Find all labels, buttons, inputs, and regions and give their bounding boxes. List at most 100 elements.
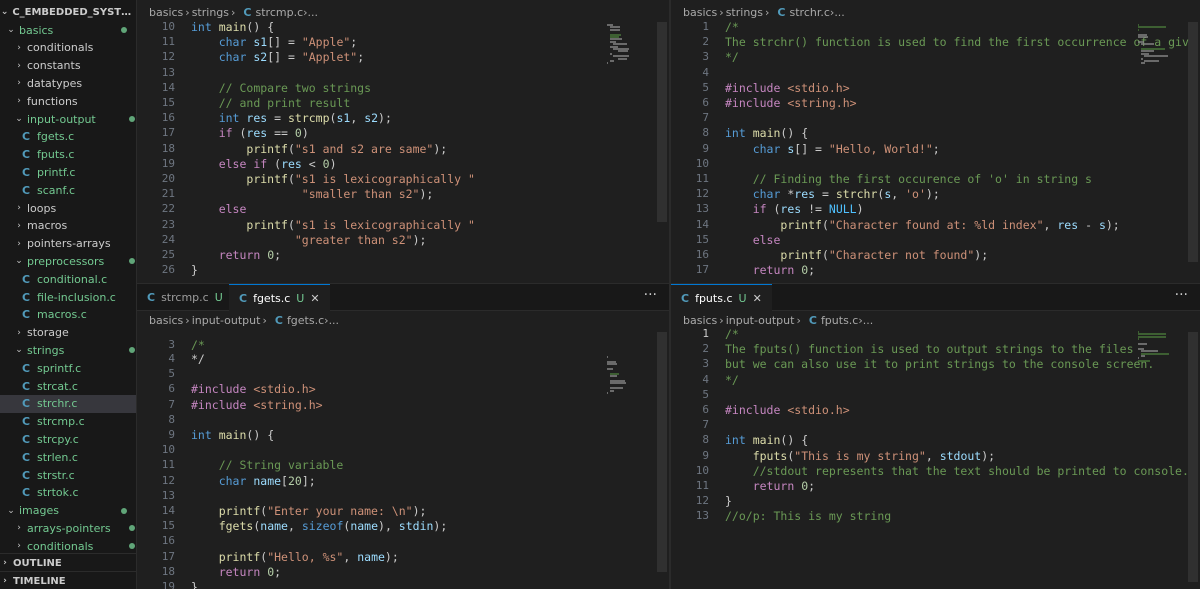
folder-item[interactable]: › storage xyxy=(0,324,136,342)
code-line[interactable]: int main() { xyxy=(191,428,274,443)
folder-item[interactable]: › arrays-pointers xyxy=(0,519,136,537)
breadcrumb-segment[interactable]: strings xyxy=(726,6,763,19)
code-line[interactable]: // Finding the first occurence of 'o' in… xyxy=(725,172,1092,187)
code-line[interactable]: printf("Hello, %s", name); xyxy=(191,550,399,565)
split-divider[interactable] xyxy=(669,0,671,589)
minimap[interactable] xyxy=(607,356,637,416)
minimap[interactable] xyxy=(1138,24,1169,84)
breadcrumb-segment[interactable]: input-output xyxy=(192,314,261,327)
file-item[interactable]: Cconditional.cU xyxy=(0,270,136,288)
vertical-scrollbar[interactable] xyxy=(657,332,667,572)
breadcrumb-segment[interactable]: input-output xyxy=(726,314,795,327)
code-line[interactable]: //o/p: This is my string xyxy=(725,509,891,524)
folder-item[interactable]: › constants xyxy=(0,57,136,75)
vertical-scrollbar[interactable] xyxy=(1188,22,1198,262)
file-item[interactable]: Cmacros.cU xyxy=(0,306,136,324)
code-line[interactable]: return 0; xyxy=(191,248,281,263)
code-line[interactable]: /* xyxy=(725,327,739,342)
folder-item[interactable]: › functions xyxy=(0,92,136,110)
code-line[interactable]: else if (res < 0) xyxy=(191,157,337,172)
code-line[interactable]: return 0; xyxy=(725,479,815,494)
code-line[interactable]: fputs("This is my string", stdout); xyxy=(725,449,995,464)
minimap[interactable] xyxy=(1138,331,1169,391)
file-item[interactable]: Cstrcat.cU xyxy=(0,377,136,395)
code-line[interactable]: if (res == 0) xyxy=(191,126,309,141)
code-line[interactable]: char s2[] = "Applet"; xyxy=(191,50,364,65)
code-line[interactable]: #include <stdio.h> xyxy=(191,382,316,397)
code-line[interactable]: #include <string.h> xyxy=(725,96,857,111)
folder-item[interactable]: › pointers-arrays xyxy=(0,235,136,253)
code-line[interactable]: printf("s1 and s2 are same"); xyxy=(191,142,447,157)
breadcrumb-segment[interactable]: basics xyxy=(683,314,717,327)
code-line[interactable]: printf("Character found at: %ld index", … xyxy=(725,218,1119,233)
folder-item[interactable]: › conditionals xyxy=(0,39,136,57)
timeline-section[interactable]: › TIMELINE xyxy=(0,572,136,589)
breadcrumb-more[interactable]: ... xyxy=(863,314,874,327)
breadcrumb-segment[interactable]: fgets.c xyxy=(287,314,324,327)
file-item[interactable]: Cstrcpy.cU xyxy=(0,430,136,448)
file-item[interactable]: Cstrcmp.cU xyxy=(0,413,136,431)
code-line[interactable]: The fputs() function is used to output s… xyxy=(725,342,1134,357)
folder-item[interactable]: › macros xyxy=(0,217,136,235)
breadcrumb-more[interactable]: ... xyxy=(308,6,319,19)
folder-item[interactable]: › datatypes xyxy=(0,74,136,92)
folder-item[interactable]: ⌄ basics xyxy=(0,21,136,39)
code-line[interactable]: } xyxy=(191,263,198,278)
breadcrumb-more[interactable]: ... xyxy=(834,6,845,19)
code-line[interactable]: printf("Character not found"); xyxy=(725,248,988,263)
code-line[interactable]: /* xyxy=(725,20,739,35)
code-line[interactable]: fgets(name, sizeof(name), stdin); xyxy=(191,519,448,534)
folder-item[interactable]: ⌄ input-output xyxy=(0,110,136,128)
file-item[interactable]: Cfgets.cU xyxy=(0,128,136,146)
code-line[interactable]: } xyxy=(725,494,732,509)
file-item[interactable]: Cfputs.cU xyxy=(0,146,136,164)
code-line[interactable]: */ xyxy=(725,373,739,388)
file-item[interactable]: Cfile-inclusion.cU xyxy=(0,288,136,306)
code-line[interactable]: #include <stdio.h> xyxy=(725,403,850,418)
code-line[interactable]: else xyxy=(191,202,247,217)
code-line[interactable]: // Compare two strings xyxy=(191,81,371,96)
tab-strcmp-c[interactable]: Cstrcmp.c U xyxy=(137,284,233,310)
file-item[interactable]: Cstrstr.cU xyxy=(0,466,136,484)
code-line[interactable]: "greater than s2"); xyxy=(191,233,427,248)
folder-item[interactable]: ⌄ preprocessors xyxy=(0,252,136,270)
folder-item[interactable]: ⌄ strings xyxy=(0,341,136,359)
split-divider[interactable] xyxy=(137,283,1200,284)
code-line[interactable]: int main() { xyxy=(725,126,808,141)
code-line[interactable]: printf("s1 is lexicographically " xyxy=(191,218,475,233)
file-item[interactable]: Cscanf.cU xyxy=(0,181,136,199)
file-item[interactable]: Cstrchr.cU xyxy=(0,394,136,413)
outline-section[interactable]: › OUTLINE xyxy=(0,554,136,572)
breadcrumb-segment[interactable]: strchr.c xyxy=(790,6,830,19)
code-line[interactable]: #include <string.h> xyxy=(191,398,323,413)
breadcrumb-segment[interactable]: basics xyxy=(683,6,717,19)
more-actions-icon[interactable]: ··· xyxy=(644,284,657,310)
code-line[interactable]: // and print result xyxy=(191,96,351,111)
vertical-scrollbar[interactable] xyxy=(657,22,667,222)
explorer-root[interactable]: ⌄ C_EMBEDDED_SYSTEMS xyxy=(0,3,136,21)
code-line[interactable]: //stdout represents that the text should… xyxy=(725,464,1189,479)
breadcrumb-segment[interactable]: basics xyxy=(149,6,183,19)
code-line[interactable]: printf("Enter your name: \n"); xyxy=(191,504,427,519)
tab-fputs-c[interactable]: Cfputs.c U ✕ xyxy=(671,284,772,311)
folder-item[interactable]: › loops xyxy=(0,199,136,217)
breadcrumb-segment[interactable]: fputs.c xyxy=(821,314,858,327)
editor-strchr[interactable]: basics › strings › Cstrchr.c › ... 12345… xyxy=(671,0,1200,283)
code-line[interactable]: char s1[] = "Apple"; xyxy=(191,35,358,50)
close-icon[interactable]: ✕ xyxy=(310,292,319,305)
code-line[interactable]: } xyxy=(191,580,198,589)
editor-strcmp[interactable]: basics › strings › Cstrcmp.c › ... 10 11 1… xyxy=(137,0,669,283)
more-actions-icon[interactable]: ··· xyxy=(1175,284,1188,310)
code-line[interactable]: but we can also use it to print strings … xyxy=(725,357,1154,372)
file-item[interactable]: Cstrlen.cU xyxy=(0,448,136,466)
code-line[interactable]: char *res = strchr(s, 'o'); xyxy=(725,187,940,202)
code-line[interactable]: return 0; xyxy=(191,565,281,580)
file-item[interactable]: Cprintf.cU xyxy=(0,163,136,181)
code-line[interactable]: if (res != NULL) xyxy=(725,202,864,217)
breadcrumb-more[interactable]: ... xyxy=(329,314,340,327)
code-line[interactable]: int main() { xyxy=(191,20,274,35)
breadcrumb-segment[interactable]: basics xyxy=(149,314,183,327)
code-line[interactable]: else xyxy=(725,233,781,248)
breadcrumb-segment[interactable]: strcmp.c xyxy=(256,6,304,19)
close-icon[interactable]: ✕ xyxy=(753,292,762,305)
